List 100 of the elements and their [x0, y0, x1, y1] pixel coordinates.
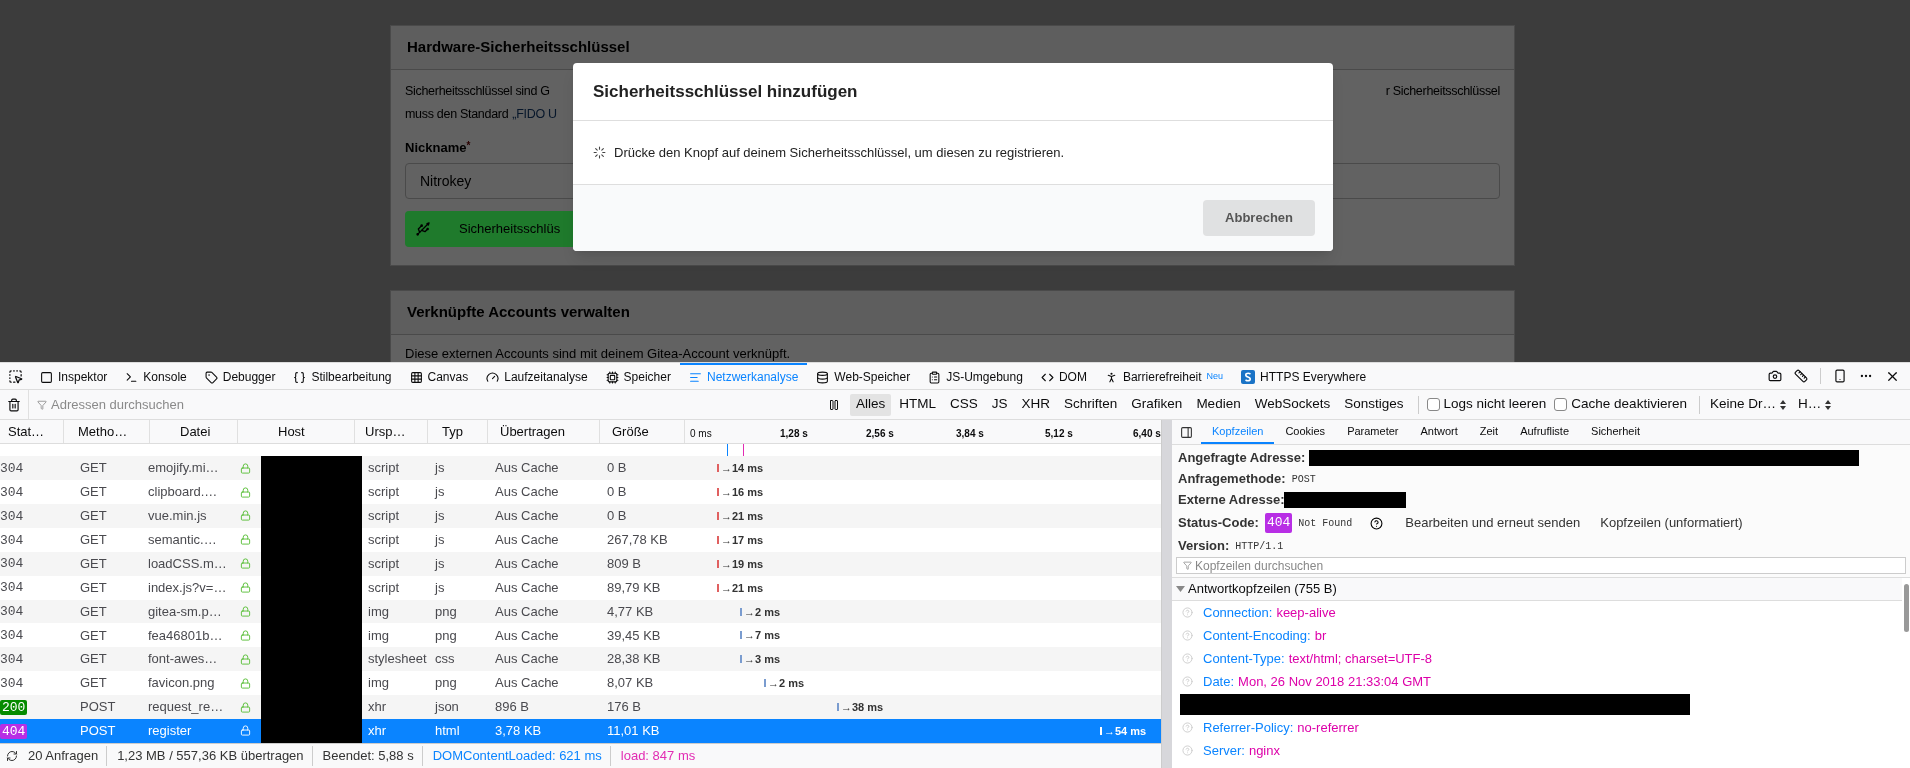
column-header[interactable]: Typ [428, 420, 488, 444]
header-filter-field[interactable]: Kopfzeilen durchsuchen [1176, 557, 1906, 574]
devtools-tab[interactable]: Stilbearbeitung [284, 363, 401, 389]
pause-icon[interactable] [828, 398, 840, 411]
devtools-tab[interactable]: Web-Speicher [807, 363, 920, 389]
size-cell-text: 4,77 KB [607, 602, 655, 621]
devtools-tab[interactable]: Laufzeitanalyse [477, 363, 597, 389]
help-icon[interactable] [1370, 516, 1384, 530]
timing-label: →21 ms [721, 580, 764, 596]
section-toggle[interactable]: Antwortkopfzeilen (755 B) [1172, 578, 1902, 601]
devtools-tab[interactable]: HTTPS Everywhere [1232, 363, 1376, 389]
lock-icon [240, 605, 251, 617]
header-name: Content-Encoding: [1203, 626, 1311, 645]
details-tab[interactable]: Kopfzeilen [1201, 420, 1275, 444]
request-row[interactable]: 200 POST request_re… xhr json 896 B 176 B →38 ms [0, 695, 1161, 719]
type-filter-button[interactable]: WebSockets [1248, 393, 1337, 416]
cause-cell-text: xhr [367, 698, 388, 717]
column-header[interactable]: Datei [150, 420, 238, 444]
type-filter-button[interactable]: XHR [1015, 393, 1057, 416]
request-row[interactable]: 404 POST register xhr html 3,78 KB 11,01 KB →54 ms [0, 718, 1161, 743]
field-label: Nickname [405, 138, 467, 157]
column-header[interactable]: Metho… [64, 420, 150, 444]
field-label: Version: [1178, 537, 1230, 556]
cause-cell-text: script [367, 578, 401, 597]
devtools-tab[interactable]: Speicher [596, 363, 680, 389]
method-cell-text: GET [79, 626, 108, 645]
details-tab[interactable]: Cookies [1274, 420, 1337, 444]
details-tab[interactable]: Aufrufliste [1509, 420, 1581, 444]
transferred-cell-text: Aus Cache [495, 626, 560, 645]
description-text: r Sicherheitsschlüssel [1385, 83, 1500, 100]
field-label: Externe Adresse: [1178, 491, 1285, 510]
devtools-tab[interactable]: Barrierefreiheit Neu [1095, 363, 1233, 389]
cancel-button[interactable]: Abbrechen [1203, 200, 1315, 236]
column-header[interactable]: Stat… [0, 420, 64, 444]
details-tab[interactable]: Antwort [1409, 420, 1469, 444]
performance-icon[interactable] [6, 749, 18, 762]
element-picker-icon[interactable] [8, 368, 23, 384]
request-row[interactable]: 304 GET emojify.mi… script js Aus Cache 0 B →14 ms [0, 456, 1161, 481]
responsive-icon[interactable] [1833, 369, 1847, 383]
request-row[interactable]: 304 GET loadCSS.m… script js Aus Cache 809 B →19 ms [0, 551, 1161, 576]
header-name: Content-Type: [1203, 649, 1285, 668]
timeline-tick: 1,28 s [780, 427, 808, 441]
timing-label: →38 ms [841, 700, 884, 716]
checkbox[interactable] [1426, 398, 1440, 411]
cause-cell-text: stylesheet [367, 650, 428, 669]
devtools-tab[interactable]: Canvas [400, 363, 478, 389]
clear-icon[interactable] [7, 397, 21, 412]
type-cell-text: css [435, 650, 456, 669]
spinner-arrows-icon [1825, 399, 1832, 410]
size-cell-text: 8,07 KB [607, 674, 655, 693]
cause-cell-text: img [367, 674, 390, 693]
type-filter-button[interactable]: Medien [1190, 393, 1247, 416]
devtools-tab[interactable]: DOM [1031, 363, 1096, 389]
devtools-tab[interactable]: JS-Umgebung [919, 363, 1032, 389]
size-cell-text: 0 B [607, 459, 628, 478]
header-name: Referrer-Policy: [1203, 718, 1294, 737]
request-row[interactable]: 304 GET vue.min.js script js Aus Cache 0 B →21 ms [0, 503, 1161, 528]
cause-cell-text: script [367, 531, 401, 550]
details-tab[interactable]: Zeit [1468, 420, 1510, 444]
details-tab[interactable]: Sicherheit [1580, 420, 1651, 444]
raw-headers-button[interactable]: Kopfzeilen (unformatiert) [1596, 513, 1747, 533]
devtools-tab[interactable]: Inspektor [31, 363, 117, 389]
devtools-tab[interactable]: Debugger [195, 363, 285, 389]
type-filter-button[interactable]: JS [985, 393, 1014, 416]
type-filter-button[interactable]: CSS [944, 393, 984, 416]
type-filter-button[interactable]: Sonstiges [1338, 393, 1410, 416]
database-icon [816, 370, 830, 384]
request-row[interactable]: 304 GET font-awes… stylesheet css Aus Cache 28,38 KB →3 ms [0, 647, 1161, 672]
header-value: Mon, 26 Nov 2018 21:33:04 GMT [1238, 672, 1432, 691]
throttle-dropdown[interactable]: H… [1791, 394, 1838, 415]
type-filter-button[interactable]: Alles [850, 393, 892, 416]
method-cell-text: GET [79, 650, 108, 669]
size-cell-text: 809 B [607, 554, 642, 573]
column-header[interactable]: Host [238, 420, 355, 444]
type-filter-button[interactable]: Grafiken [1125, 393, 1189, 416]
details-tab[interactable]: Parameter [1336, 420, 1410, 444]
scrollbar-thumb[interactable] [1903, 584, 1909, 632]
status-badge: 200 [0, 699, 28, 715]
cause-cell-text: script [367, 483, 401, 502]
checkbox-label: Logs nicht leeren [1443, 395, 1547, 414]
tag-icon [204, 370, 218, 384]
ruler-icon[interactable] [1794, 369, 1808, 383]
type-filter-button[interactable]: HTML [893, 393, 942, 416]
throttle-dropdown[interactable]: Keine Dr… [1703, 394, 1792, 415]
method-cell-text: GET [79, 602, 108, 621]
toggle-panel-icon[interactable] [1180, 425, 1193, 439]
resend-button[interactable]: Bearbeiten und erneut senden [1401, 513, 1585, 533]
column-header[interactable]: Übertragen [488, 420, 600, 444]
file-cell-text: loadCSS.m… [148, 554, 228, 573]
request-row[interactable]: 304 GET gitea-sm.p… img png Aus Cache 4,77 KB →2 ms [0, 599, 1161, 624]
column-header[interactable]: Ursp… [355, 420, 428, 444]
devtools-tab[interactable]: Konsole [116, 363, 196, 389]
type-filter-button[interactable]: Schriften [1058, 393, 1124, 416]
size-cell-text: 39,45 KB [607, 626, 662, 645]
camera-icon[interactable] [1768, 369, 1782, 383]
method-cell-text: GET [79, 531, 108, 550]
checkbox[interactable] [1554, 398, 1568, 411]
method-cell-text: GET [79, 578, 108, 597]
cause-cell-text: img [367, 626, 390, 645]
column-header[interactable]: Größe [600, 420, 685, 444]
